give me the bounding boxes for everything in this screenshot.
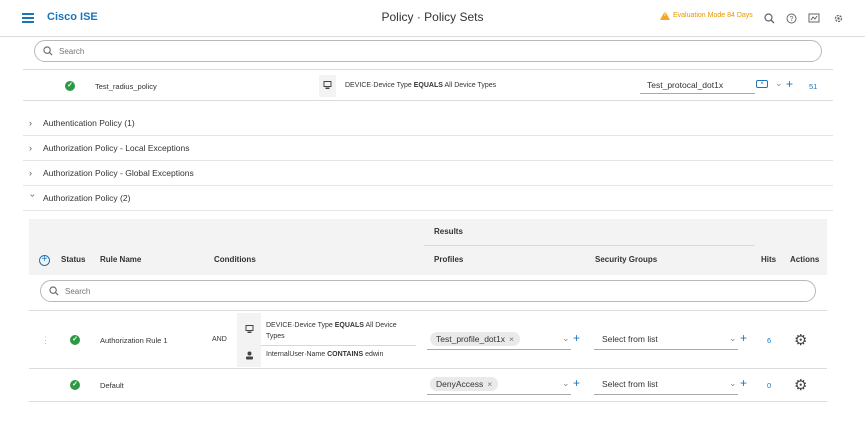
chevron-down-icon[interactable]: ⌄ [729, 333, 737, 344]
column-security-groups[interactable]: Security Groups [595, 255, 657, 264]
svg-text:?: ? [789, 16, 793, 23]
profile-tag: Test_profile_dot1x × [430, 332, 520, 346]
protocol-select[interactable]: Test_protocal_dot1x [640, 76, 755, 94]
chevron-down-icon[interactable]: ⌄ [775, 78, 783, 89]
condition-operator: AND [212, 336, 227, 343]
chevron-down-icon[interactable]: ⌄ [562, 333, 570, 344]
policy-set-name[interactable]: Test_radius_policy [95, 82, 157, 91]
search-input[interactable] [65, 286, 765, 296]
column-rule-name[interactable]: Rule Name [100, 255, 141, 264]
chevron-right-icon: › [29, 118, 32, 128]
table-row[interactable]: ✓ Default DenyAccess × ⌄ + Select from li… [29, 369, 827, 402]
column-profiles[interactable]: Profiles [434, 255, 463, 264]
security-group-select[interactable]: Select from list [594, 330, 738, 350]
notifications-icon[interactable] [807, 11, 821, 25]
add-security-group-icon[interactable]: + [740, 331, 747, 345]
clear-icon[interactable]: × [756, 80, 768, 88]
table-row[interactable]: ⋮ ✓ Authorization Rule 1 AND DEVICE·Devi… [29, 310, 827, 369]
condition-divider [261, 345, 416, 346]
gear-icon[interactable] [831, 11, 845, 25]
column-hits[interactable]: Hits [761, 255, 776, 264]
section-authz-local-exceptions[interactable]: › Authorization Policy - Local Exception… [23, 136, 833, 161]
condition-icon-box [237, 313, 261, 367]
results-header: Results [434, 227, 463, 236]
gear-icon[interactable]: ⚙ [794, 331, 807, 349]
section-authentication-policy[interactable]: › Authentication Policy (1) [23, 111, 833, 136]
security-group-select[interactable]: Select from list [594, 375, 738, 395]
search-icon[interactable] [762, 11, 776, 25]
add-profile-icon[interactable]: + [573, 376, 580, 390]
warning-icon: ! [660, 11, 670, 20]
column-status[interactable]: Status [61, 255, 85, 264]
chevron-right-icon: › [29, 143, 32, 153]
add-profile-icon[interactable]: + [573, 331, 580, 345]
results-divider [424, 245, 754, 246]
rule-hits[interactable]: 6 [767, 336, 771, 345]
condition-internal-user[interactable]: InternalUser·Name CONTAINS edwin [266, 351, 383, 358]
table-header [29, 219, 827, 275]
rule-name[interactable]: Default [100, 381, 124, 390]
help-icon[interactable]: ? [784, 11, 798, 25]
column-actions: Actions [790, 255, 820, 264]
policy-set-search[interactable] [34, 40, 822, 62]
section-authorization-policy[interactable]: › Authorization Policy (2) [23, 186, 833, 211]
column-conditions[interactable]: Conditions [214, 255, 256, 264]
section-authz-global-exceptions[interactable]: › Authorization Policy - Global Exceptio… [23, 161, 833, 186]
add-rule-icon[interactable]: + [39, 255, 50, 266]
condition-device-type[interactable]: DEVICE·Device Type EQUALS All Device Typ… [266, 320, 416, 342]
profile-select[interactable]: DenyAccess × [427, 375, 571, 395]
device-icon [323, 81, 332, 89]
drag-handle-icon[interactable]: ⋮ [41, 335, 50, 346]
close-icon[interactable]: × [487, 379, 492, 389]
policy-set-row[interactable]: ✓ Test_radius_policy DEVICE·Device Type … [23, 69, 833, 101]
status-enabled-icon[interactable]: ✓ [70, 380, 80, 390]
rule-hits[interactable]: 0 [767, 381, 771, 390]
user-icon [246, 351, 253, 360]
status-enabled-icon[interactable]: ✓ [65, 81, 75, 91]
add-security-group-icon[interactable]: + [740, 376, 747, 390]
search-input[interactable] [59, 46, 759, 56]
search-icon [43, 46, 53, 56]
close-icon[interactable]: × [509, 334, 514, 344]
chevron-down-icon: › [28, 194, 38, 197]
chevron-down-icon[interactable]: ⌄ [562, 378, 570, 389]
status-enabled-icon[interactable]: ✓ [70, 335, 80, 345]
device-icon [245, 325, 254, 333]
profile-tag: DenyAccess × [430, 377, 499, 391]
evaluation-text: Evaluation Mode 84 Days [673, 12, 753, 19]
chevron-down-icon[interactable]: ⌄ [729, 378, 737, 389]
search-icon [49, 286, 59, 296]
rule-name[interactable]: Authorization Rule 1 [100, 336, 168, 345]
add-protocol-icon[interactable]: + [786, 77, 793, 91]
profile-select[interactable]: Test_profile_dot1x × [427, 330, 571, 350]
policy-set-hits[interactable]: 51 [809, 82, 817, 91]
condition-icon-box [319, 75, 336, 97]
policy-set-condition[interactable]: DEVICE·Device Type EQUALS All Device Typ… [345, 82, 496, 89]
gear-icon[interactable]: ⚙ [794, 376, 807, 394]
evaluation-notice[interactable]: ! Evaluation Mode 84 Days [660, 11, 753, 20]
rules-search[interactable] [40, 280, 816, 302]
chevron-right-icon: › [29, 168, 32, 178]
